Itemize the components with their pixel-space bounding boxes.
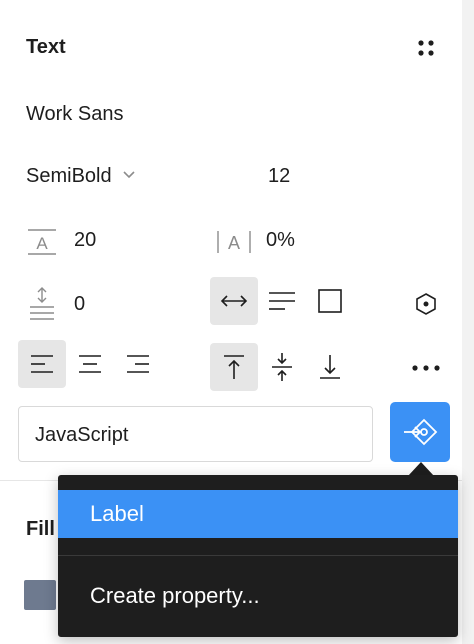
square-icon: [318, 289, 342, 313]
align-middle-icon: [272, 353, 292, 381]
svg-text:A: A: [228, 233, 240, 253]
scrollbar[interactable]: [462, 0, 474, 644]
text-property-value: JavaScript: [35, 424, 129, 446]
fixed-size-button[interactable]: [306, 277, 354, 325]
fill-color-swatch[interactable]: [24, 580, 56, 610]
variable-hexagon-icon[interactable]: [410, 288, 442, 320]
line-height-icon: A: [26, 226, 58, 263]
auto-width-button[interactable]: [210, 277, 258, 325]
paragraph-spacing-icon: [26, 287, 58, 326]
align-bottom-button[interactable]: [306, 343, 354, 391]
letter-spacing-icon: A: [214, 226, 254, 263]
fill-section-title: Fill: [26, 518, 55, 540]
menu-item-label[interactable]: Label: [58, 490, 458, 538]
bind-property-button[interactable]: [390, 402, 450, 462]
more-options-icon[interactable]: [408, 352, 444, 384]
svg-text:A: A: [36, 234, 48, 253]
apply-property-icon: [404, 418, 438, 446]
align-right-button[interactable]: [114, 340, 162, 388]
align-left-button[interactable]: [18, 340, 66, 388]
font-family-select[interactable]: Work Sans: [26, 102, 123, 126]
menu-item-create-property[interactable]: Create property...: [58, 572, 458, 620]
property-dropdown-menu: Label Create property...: [58, 475, 458, 637]
menu-divider: [58, 555, 458, 556]
align-top-button[interactable]: [210, 343, 258, 391]
text-lines-icon: [269, 292, 295, 310]
font-weight-select[interactable]: SemiBold: [26, 164, 136, 188]
align-middle-button[interactable]: [258, 343, 306, 391]
align-center-icon: [79, 355, 101, 373]
align-center-button[interactable]: [66, 340, 114, 388]
paragraph-spacing-input[interactable]: 0: [74, 292, 85, 316]
align-left-icon: [31, 355, 53, 373]
styles-grid-icon[interactable]: [410, 32, 442, 64]
chevron-down-icon: [122, 167, 136, 185]
section-title: Text: [26, 36, 66, 58]
align-bottom-icon: [320, 355, 340, 379]
font-size-input[interactable]: 12: [268, 164, 290, 188]
line-height-input[interactable]: 20: [74, 228, 96, 252]
text-property-input[interactable]: JavaScript: [18, 406, 373, 462]
horizontal-arrows-icon: [220, 295, 248, 307]
dropdown-caret: [408, 462, 434, 476]
align-top-icon: [224, 355, 244, 379]
auto-height-button[interactable]: [258, 277, 306, 325]
letter-spacing-input[interactable]: 0%: [266, 228, 295, 252]
align-right-icon: [127, 355, 149, 373]
font-weight-value: SemiBold: [26, 165, 112, 187]
